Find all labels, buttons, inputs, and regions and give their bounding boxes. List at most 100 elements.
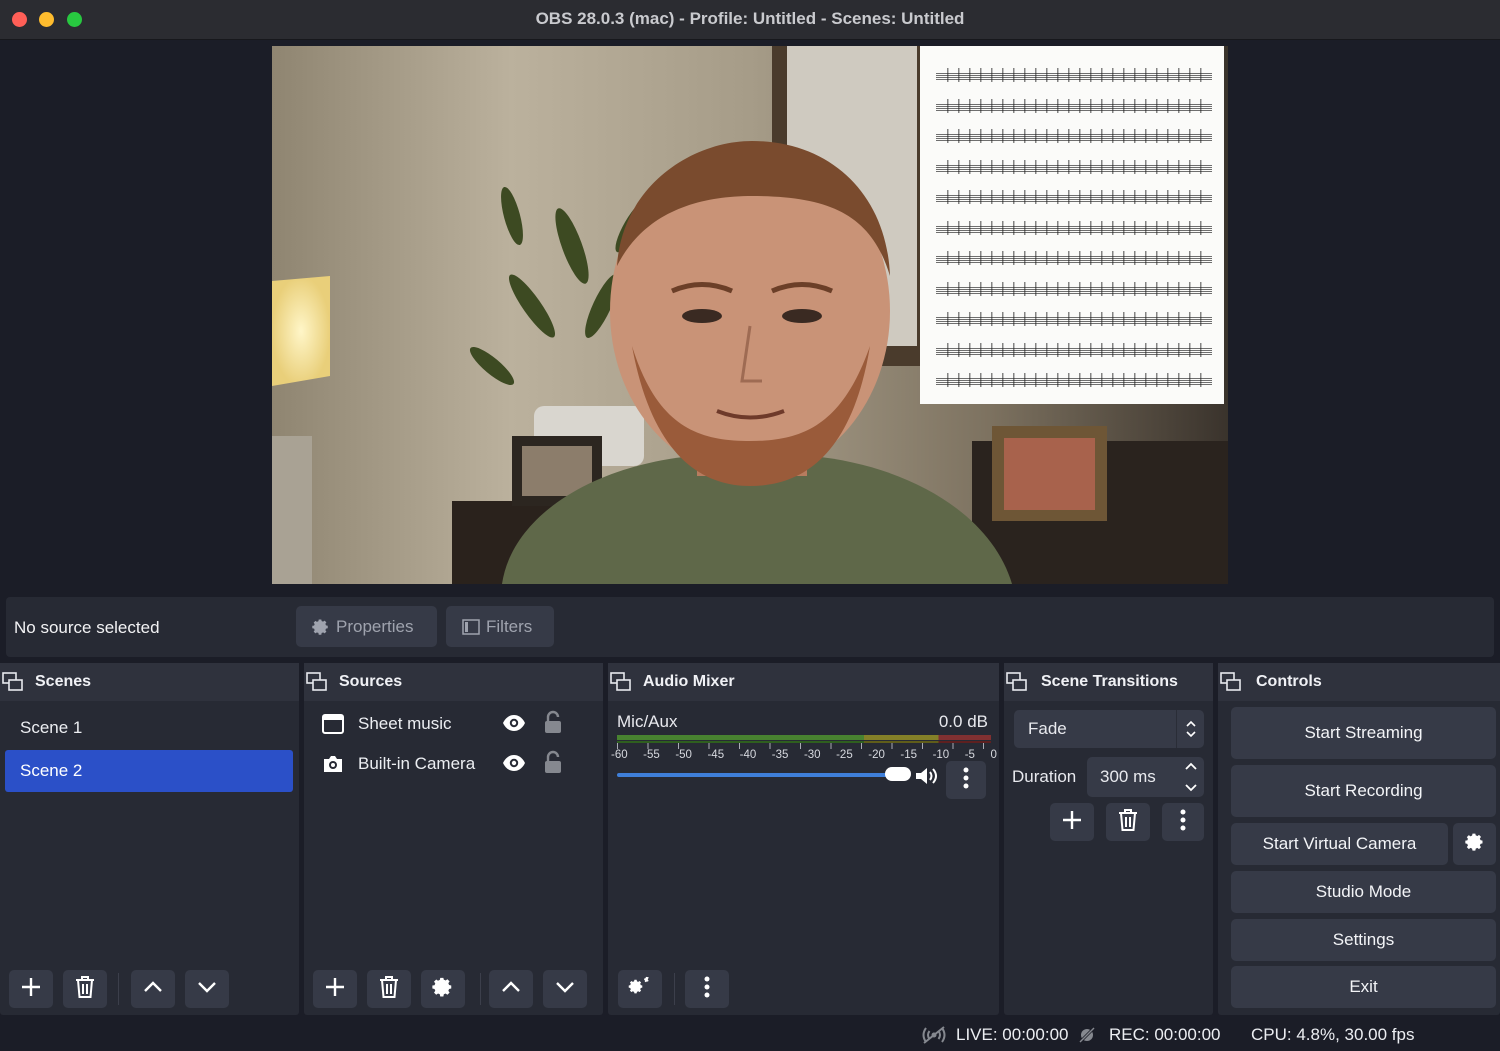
status-bar: LIVE: 00:00:00 REC: 00:00:00 CPU: 4.8%, …	[0, 1017, 1500, 1051]
tick-label: -30	[803, 749, 821, 761]
chevron-down-icon	[197, 980, 217, 998]
preview-video[interactable]	[272, 46, 1228, 584]
duration-label: Duration	[1012, 767, 1077, 786]
filters-label: Filters	[486, 616, 533, 636]
trash-icon	[379, 975, 399, 1003]
move-source-down-button[interactable]	[543, 970, 587, 1008]
start-recording-button[interactable]: Start Recording	[1231, 765, 1496, 817]
controls-dock-header: Controls	[1218, 663, 1500, 701]
settings-button[interactable]: Settings	[1231, 919, 1496, 961]
transition-properties-button[interactable]	[1162, 803, 1204, 841]
visibility-eye-icon[interactable]	[502, 714, 526, 737]
title-bar: OBS 28.0.3 (mac) - Profile: Untitled - S…	[0, 0, 1500, 40]
audio-options-button[interactable]	[946, 761, 986, 799]
dock-float-icon[interactable]	[306, 672, 328, 697]
exit-button[interactable]: Exit	[1231, 966, 1496, 1008]
audio-mixer-menu-button[interactable]	[685, 970, 729, 1008]
dock-float-icon[interactable]	[610, 672, 632, 697]
scenes-dock-header: Scenes	[0, 663, 299, 701]
rec-status: REC: 00:00:00	[1078, 1025, 1221, 1045]
sources-dock: Sources Sheet music Built-in Camera	[304, 663, 603, 1015]
volume-slider-track[interactable]	[617, 773, 905, 777]
kebab-menu-icon	[963, 767, 969, 794]
sheet-music-overlay	[920, 46, 1224, 404]
add-transition-button[interactable]	[1050, 803, 1094, 841]
virtual-camera-settings-button[interactable]	[1453, 823, 1496, 865]
remove-scene-button[interactable]	[63, 970, 107, 1008]
audio-mixer-dock-header: Audio Mixer	[608, 663, 999, 701]
dock-float-icon[interactable]	[1220, 672, 1242, 697]
visibility-eye-icon[interactable]	[502, 754, 526, 777]
dock-float-icon[interactable]	[1006, 672, 1028, 697]
duration-value: 300 ms	[1100, 767, 1156, 786]
tick-label: -45	[707, 749, 725, 761]
studio-mode-button[interactable]: Studio Mode	[1231, 871, 1496, 913]
scenes-title: Scenes	[35, 673, 92, 690]
tick-label: -35	[771, 749, 789, 761]
tick-label: -60	[611, 749, 628, 761]
audio-mixer-dock: Audio Mixer Mic/Aux 0.0 dB -60 -55 -50 -…	[608, 663, 999, 1015]
source-label: Sheet music	[358, 714, 452, 733]
gear-icon	[312, 618, 330, 636]
move-source-up-button[interactable]	[489, 970, 533, 1008]
kebab-menu-icon	[704, 976, 710, 1003]
move-scene-up-button[interactable]	[131, 970, 175, 1008]
remove-source-button[interactable]	[367, 970, 411, 1008]
gear-icon	[432, 976, 454, 1003]
window-icon	[322, 714, 344, 739]
cpu-readout: CPU: 4.8%, 30.00 fps	[1251, 1025, 1415, 1044]
rec-timer: REC: 00:00:00	[1109, 1025, 1221, 1044]
transition-value: Fade	[1028, 719, 1067, 738]
camera-icon	[322, 754, 344, 779]
plus-icon	[21, 977, 41, 1002]
move-scene-down-button[interactable]	[185, 970, 229, 1008]
updown-chevron-icon	[1176, 710, 1204, 748]
add-source-button[interactable]	[313, 970, 357, 1008]
tick-label: -20	[868, 749, 885, 761]
cpu-status: CPU: 4.8%, 30.00 fps	[1251, 1025, 1414, 1045]
tick-label: -55	[643, 749, 660, 761]
trash-icon	[1118, 808, 1138, 836]
lock-icon[interactable]	[544, 750, 562, 779]
dock-float-icon[interactable]	[2, 672, 24, 697]
tick-label: 0	[990, 749, 997, 761]
chevron-down-icon	[555, 980, 575, 998]
lock-icon[interactable]	[544, 710, 562, 739]
transition-select[interactable]: Fade	[1014, 710, 1204, 748]
preview-area	[0, 41, 1500, 594]
source-properties-button[interactable]	[421, 970, 465, 1008]
plus-icon	[325, 977, 345, 1002]
tick-label: -5	[964, 749, 975, 761]
controls-title: Controls	[1256, 673, 1322, 690]
live-timer: LIVE: 00:00:00	[956, 1025, 1069, 1044]
scenes-dock: Scenes Scene 1 Scene 2	[0, 663, 299, 1015]
scene-transitions-dock-header: Scene Transitions	[1004, 663, 1213, 701]
add-scene-button[interactable]	[9, 970, 53, 1008]
scene-list-item[interactable]: Scene 1	[5, 707, 293, 749]
remove-transition-button[interactable]	[1106, 803, 1150, 841]
properties-label: Properties	[336, 616, 414, 636]
source-toolbar: No source selected Properties Filters	[6, 597, 1494, 657]
filters-icon	[462, 618, 480, 636]
plus-icon	[1062, 810, 1082, 835]
trash-icon	[75, 975, 95, 1003]
tick-label: -15	[900, 749, 918, 761]
gear-icon	[1464, 832, 1485, 857]
scene-transitions-title: Scene Transitions	[1041, 673, 1178, 690]
scene-list-item-selected[interactable]: Scene 2	[5, 750, 293, 792]
spin-arrows-icon[interactable]	[1184, 760, 1198, 799]
start-virtual-camera-button[interactable]: Start Virtual Camera	[1231, 823, 1448, 865]
source-list-item[interactable]: Built-in Camera	[320, 746, 593, 782]
properties-button[interactable]: Properties	[296, 606, 437, 647]
sources-dock-header: Sources	[304, 663, 603, 701]
speaker-volume-icon[interactable]	[914, 765, 940, 792]
volume-slider-handle[interactable]	[885, 767, 911, 781]
audio-channel-name: Mic/Aux	[617, 712, 678, 731]
tick-label: -40	[739, 749, 757, 761]
meter-tick-labels: -60 -55 -50 -45 -40 -35 -30 -25 -20 -15 …	[611, 749, 997, 761]
filters-button[interactable]: Filters	[446, 606, 554, 647]
advanced-audio-properties-button[interactable]	[618, 970, 662, 1008]
source-list-item[interactable]: Sheet music	[320, 706, 593, 742]
duration-spinbox[interactable]: 300 ms	[1087, 757, 1204, 797]
start-streaming-button[interactable]: Start Streaming	[1231, 707, 1496, 759]
